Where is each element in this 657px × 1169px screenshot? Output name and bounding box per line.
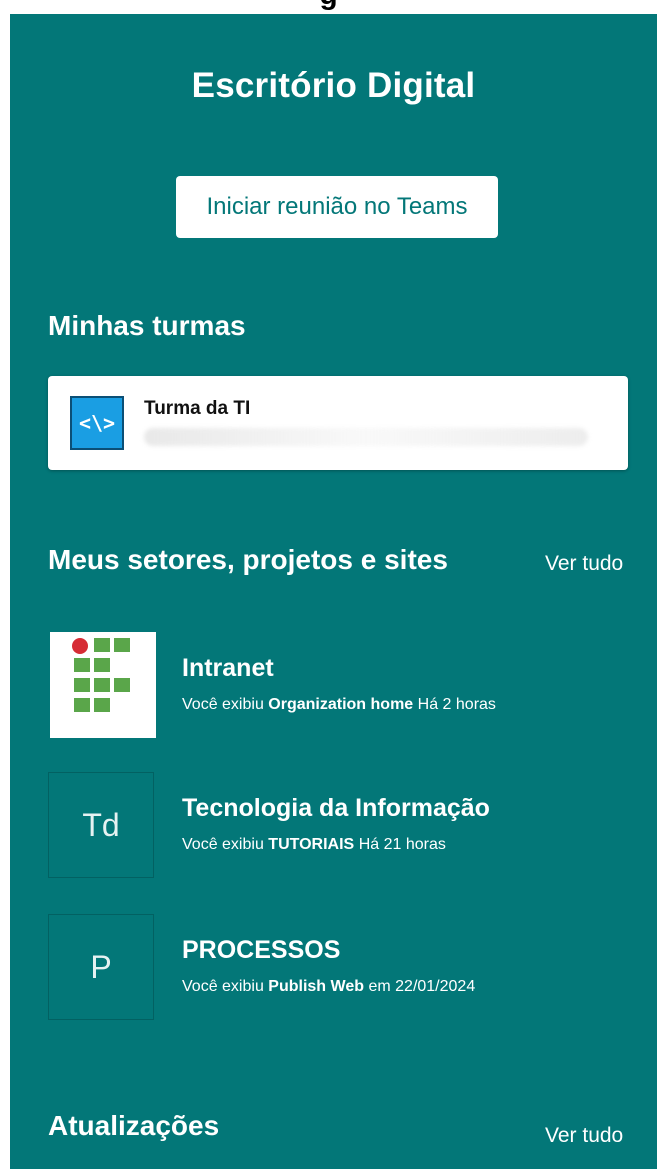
- site-name: Tecnologia da Informação: [182, 794, 490, 822]
- site-initials-thumbnail: Td: [48, 772, 154, 878]
- redacted-class-details: [144, 428, 588, 446]
- site-activity: Você exibiu TUTORIAIS Há 21 horas: [182, 836, 446, 853]
- start-teams-meeting-button[interactable]: Iniciar reunião no Teams: [176, 176, 498, 238]
- site-name: Intranet: [182, 654, 274, 682]
- site-activity: Você exibiu Organization home Há 2 horas: [182, 696, 496, 713]
- my-classes-heading: Minhas turmas: [48, 310, 246, 341]
- updates-heading: Atualizações: [48, 1110, 220, 1141]
- sites-heading: Meus setores, projetos e sites: [48, 544, 448, 575]
- code-brackets-icon: <\>: [70, 396, 124, 450]
- site-name: PROCESSOS: [182, 936, 341, 964]
- class-card[interactable]: <\> Turma da TI: [48, 376, 628, 470]
- site-item-processos[interactable]: P PROCESSOS Você exibiu Publish Web em 2…: [48, 914, 608, 1022]
- digital-office-panel: Escritório Digital Iniciar reunião no Te…: [10, 14, 657, 1169]
- class-name: Turma da TI: [144, 398, 251, 419]
- site-item-intranet[interactable]: Intranet Você exibiu Organization home H…: [50, 632, 610, 740]
- cropped-heading-fragment: g: [0, 0, 657, 12]
- updates-see-all-link[interactable]: Ver tudo: [545, 1124, 623, 1148]
- panel-title: Escritório Digital: [191, 66, 476, 105]
- site-activity: Você exibiu Publish Web em 22/01/2024: [182, 978, 476, 995]
- sites-see-all-link[interactable]: Ver tudo: [545, 552, 623, 576]
- site-initials-thumbnail: P: [48, 914, 154, 1020]
- site-item-tecnologia-da-informacao[interactable]: Td Tecnologia da Informação Você exibiu …: [48, 772, 608, 880]
- ifsp-logo-icon: [50, 632, 156, 738]
